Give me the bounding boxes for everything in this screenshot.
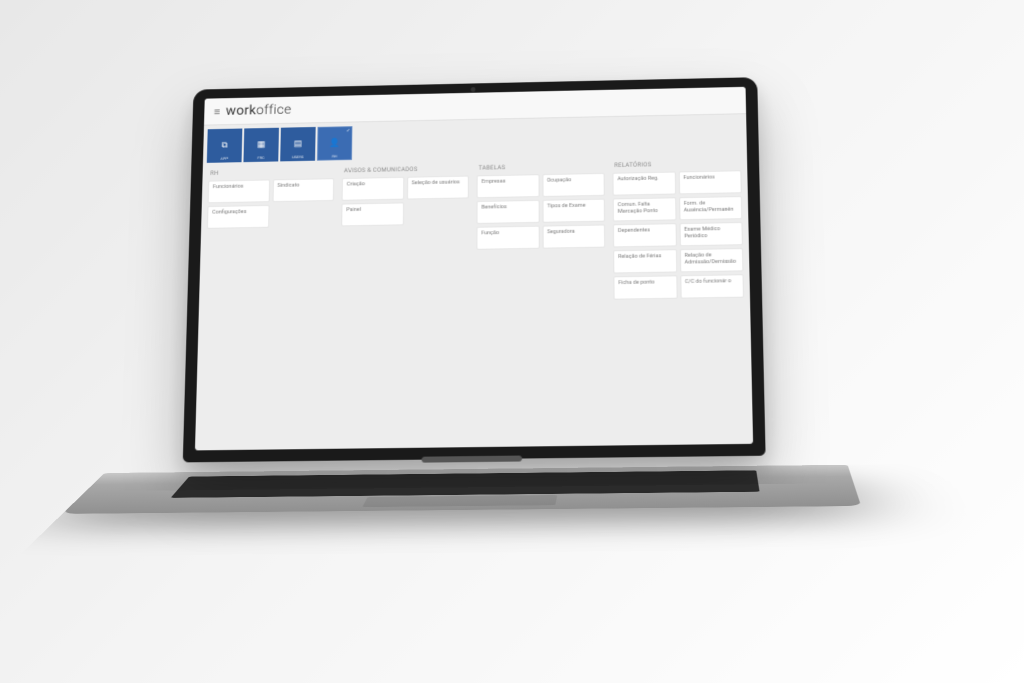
nav-label: USERS: [292, 154, 304, 159]
cards-grid: Criação Seleção de usuários Painel: [341, 176, 469, 227]
column-rh: RH Funcionários Sindicato Configurações: [201, 166, 334, 444]
app-logo: workoffice: [226, 102, 292, 118]
logo-part2: office: [256, 102, 292, 118]
nav-tile-frc[interactable]: ▦ FRC: [243, 128, 279, 162]
card-empresas[interactable]: Empresas: [477, 174, 539, 198]
card-autorizacao-reg[interactable]: Autorização Reg.: [612, 172, 675, 196]
nav-label: APP: [221, 156, 229, 161]
keyboard: [171, 470, 760, 498]
column-relatorios: RELATÓRIOS Autorização Reg. Funcionários…: [612, 158, 747, 440]
card-funcionarios-rel[interactable]: Funcionários: [678, 170, 742, 194]
card-beneficios[interactable]: Benefícios: [477, 200, 540, 224]
content-area: RH Funcionários Sindicato Configurações …: [195, 152, 753, 450]
card-configuracoes[interactable]: Configurações: [207, 205, 269, 229]
hamburger-icon[interactable]: ≡: [214, 105, 220, 117]
hinge: [422, 456, 523, 463]
card-painel[interactable]: Painel: [341, 202, 403, 226]
screen: ≡ workoffice ⧉ APP ▦ FRC ▤: [195, 87, 753, 451]
card-criacao[interactable]: Criação: [342, 177, 404, 201]
card-funcao[interactable]: Função: [476, 226, 539, 250]
card-relacao-ferias[interactable]: Relação de Férias: [613, 249, 677, 273]
camera-dot: [471, 87, 476, 92]
column-tabelas: TABELAS Empresas Ocupação Benefícios Tip…: [476, 161, 607, 442]
card-comun-falta[interactable]: Comun. Falta Marcação Ponto: [613, 197, 676, 221]
cards-grid: Funcionários Sindicato Configurações: [207, 178, 334, 229]
cards-grid: Empresas Ocupação Benefícios Tipos de Ex…: [476, 173, 605, 250]
logo-part1: work: [226, 103, 257, 119]
trackpad: [362, 495, 557, 507]
card-seguradora[interactable]: Seguradora: [542, 224, 605, 248]
card-exame-medico[interactable]: Exame Médico Periódico: [679, 222, 743, 246]
card-ficha-ponto[interactable]: Ficha de ponto: [613, 275, 677, 299]
nav-label: FRC: [257, 155, 264, 160]
cards-grid: Autorização Reg. Funcionários Comun. Fal…: [612, 170, 744, 299]
card-tipos-exame[interactable]: Tipos de Exame: [542, 199, 605, 223]
nav-tile-rh[interactable]: ✓ 👤 RH: [317, 126, 352, 160]
card-ocupacao[interactable]: Ocupação: [542, 173, 605, 197]
card-dependentes[interactable]: Dependentes: [613, 223, 676, 247]
app-root: ≡ workoffice ⧉ APP ▦ FRC ▤: [195, 87, 753, 451]
check-icon: ✓: [346, 128, 350, 134]
laptop-mockup: ≡ workoffice ⧉ APP ▦ FRC ▤: [178, 75, 853, 632]
grid-icon: ▦: [257, 140, 265, 150]
copy-icon: ⧉: [221, 141, 227, 150]
card-relacao-admissao[interactable]: Relação de Admissão/Demissão: [679, 248, 743, 272]
card-form-ausencia[interactable]: Form. de Ausência/Permanên: [679, 196, 743, 220]
nav-tile-app[interactable]: ⧉ APP: [207, 129, 243, 163]
card-sindicato[interactable]: Sindicato: [272, 178, 334, 202]
card-funcionarios[interactable]: Funcionários: [208, 179, 270, 203]
person-icon: 👤: [329, 139, 340, 149]
nav-label: RH: [332, 154, 337, 159]
card-cc-funcionario[interactable]: C/C do funcionário: [680, 274, 744, 298]
list-icon: ▤: [294, 139, 302, 149]
nav-tile-users[interactable]: ▤ USERS: [280, 127, 315, 161]
laptop-base: [62, 465, 861, 514]
column-avisos: AVISOS & COMUNICADOS Criação Seleção de …: [338, 163, 469, 443]
screen-bezel: ≡ workoffice ⧉ APP ▦ FRC ▤: [183, 77, 766, 462]
card-selecao-usuarios[interactable]: Seleção de usuários: [407, 176, 469, 200]
